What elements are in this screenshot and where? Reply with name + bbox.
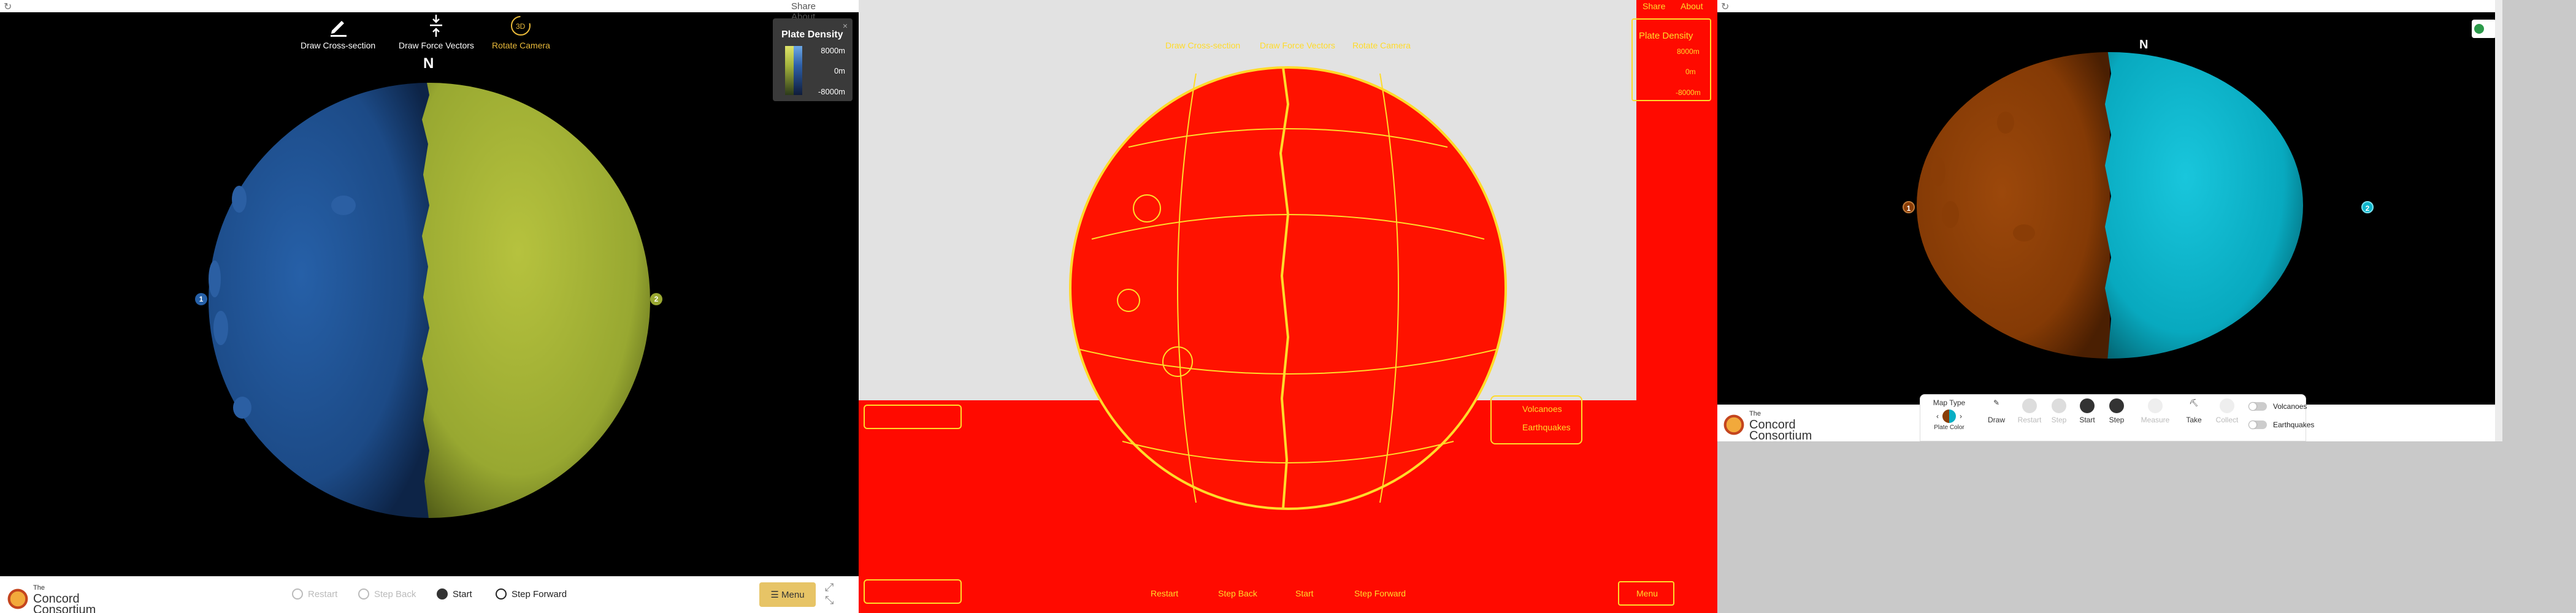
map-type-value: Plate Color — [1934, 424, 1965, 431]
restart-button[interactable]: Restart — [1151, 588, 1178, 598]
step-forward-button[interactable]: Step Forward — [496, 588, 567, 600]
chevron-left-icon[interactable]: ‹ — [1936, 412, 1939, 421]
collect-icon — [2220, 398, 2234, 413]
chevron-right-icon[interactable]: › — [1960, 412, 1962, 421]
earthquakes-toggle[interactable]: Earthquakes — [1522, 422, 1571, 432]
measure-icon — [2148, 398, 2163, 413]
pencil-icon: ✎ — [1989, 398, 2004, 413]
menu-button[interactable]: ☰ Menu — [759, 582, 816, 607]
step-forward-icon — [496, 588, 507, 600]
map-type-selector[interactable]: Map Type ‹ › Plate Color — [1928, 398, 1971, 431]
planet-globe[interactable] — [196, 70, 662, 524]
scrollbar[interactable] — [2495, 0, 2502, 441]
take-button[interactable]: ⛏ Take — [2182, 398, 2206, 424]
volcanoes-toggle[interactable]: Volcanoes — [1522, 404, 1562, 414]
map-globe-icon — [1942, 409, 1956, 423]
svg-text:3D: 3D — [516, 22, 526, 31]
about-link[interactable]: About — [1681, 1, 1703, 11]
refresh-icon[interactable]: ↻ — [4, 1, 12, 13]
volcanoes-toggle[interactable]: Volcanoes — [2248, 402, 2307, 411]
restart-icon — [292, 588, 303, 600]
step-back-icon — [358, 588, 369, 600]
logo-outline — [864, 405, 962, 429]
marker-1[interactable]: 1 — [1903, 201, 1915, 213]
rotate-camera-button[interactable]: 3D Rotate Camera — [492, 13, 550, 50]
menu-button[interactable]: Menu — [1618, 581, 1674, 606]
draw-cross-section-button[interactable]: Draw Cross-section — [1165, 40, 1240, 50]
draw-button[interactable]: ✎ Draw — [1984, 398, 2009, 424]
bottom-logo-outline — [864, 579, 962, 604]
close-icon[interactable]: × — [843, 21, 848, 31]
restart-icon — [2022, 398, 2037, 413]
tool-label: Rotate Camera — [492, 40, 550, 50]
draw-force-vectors-button[interactable]: Draw Force Vectors — [1260, 40, 1335, 50]
tool-label: Draw Cross-section — [301, 40, 376, 50]
pencil-icon — [331, 21, 347, 37]
draw-force-vectors-button[interactable]: Draw Force Vectors — [399, 13, 474, 50]
draw-cross-section-button[interactable]: Draw Cross-section — [301, 13, 375, 50]
measure-button[interactable]: Measure — [2139, 398, 2172, 424]
concord-logo: The Concord Consortium — [6, 582, 96, 613]
marker-2[interactable]: 2 — [2361, 201, 2374, 213]
start-button[interactable]: Start — [2075, 398, 2099, 424]
step-back-button[interactable]: Step Back — [1218, 588, 1257, 598]
play-icon — [2080, 398, 2095, 413]
step-forward-button[interactable]: Step Forward — [1354, 588, 1406, 598]
top-bar: ↻ Share About — [0, 0, 859, 22]
step-back-icon — [2052, 398, 2066, 413]
sun-icon — [6, 587, 29, 611]
restart-button[interactable]: Restart — [2016, 398, 2043, 424]
concord-logo: The Concord Consortium — [1722, 408, 1812, 441]
bottom-bar: The Concord Consortium Restart Step Back S… — [0, 576, 859, 613]
refresh-icon[interactable]: ↻ — [1721, 1, 1729, 13]
logo-area: The Concord Consortium — [1717, 405, 1920, 441]
plate-density-legend: × Plate Density 8000m 0m -8000m — [773, 18, 853, 101]
legend-title: Plate Density — [781, 29, 843, 40]
force-vector-icon — [430, 15, 443, 37]
right-bottom-area — [2306, 405, 2495, 441]
north-indicator: N — [423, 55, 434, 72]
toggle-switch[interactable] — [2248, 402, 2267, 411]
rotate-3d-icon: 3D — [511, 16, 531, 36]
step-back-button[interactable]: Step — [2047, 398, 2071, 424]
corner-widget[interactable] — [2472, 20, 2496, 38]
marker-1[interactable]: 1 — [195, 293, 207, 305]
step-forward-button[interactable]: Step — [2104, 398, 2129, 424]
edge-globe — [1069, 66, 1507, 510]
status-icon — [2474, 24, 2484, 34]
share-link[interactable]: Share — [791, 1, 816, 12]
control-dock: Map Type ‹ › Plate Color ✎ Draw Restart S… — [1920, 394, 2314, 441]
start-button[interactable]: Start — [1295, 588, 1314, 598]
restart-button[interactable]: Restart — [292, 588, 337, 600]
planet-globe[interactable] — [1914, 49, 2306, 368]
simulation-panel-1: ↻ Share About Draw Cross-section Draw Fo… — [0, 0, 859, 613]
legend-mid: 0m — [834, 66, 845, 75]
fullscreen-icon[interactable]: ⤢ ⤡ — [825, 581, 834, 607]
simulation-panel-2-edge-view: Share About Draw Cross-section Draw Forc… — [859, 0, 1717, 613]
plate-density-legend-outline: Plate Density 8000m 0m -8000m — [1631, 18, 1711, 101]
earthquakes-toggle[interactable]: Earthquakes — [2248, 421, 2314, 429]
rotate-camera-button[interactable]: Rotate Camera — [1352, 40, 1411, 50]
share-link[interactable]: Share — [1643, 1, 1665, 11]
sun-icon — [1722, 413, 1746, 436]
simulation-panel-3: ↻ N 1 2 TheConcordConsortium Map Type — [1717, 0, 2502, 441]
marker-2[interactable]: 2 — [650, 293, 662, 305]
step-back-button[interactable]: Step Back — [358, 588, 416, 600]
step-forward-icon — [2109, 398, 2124, 413]
density-gradient-bar — [785, 46, 802, 95]
start-button[interactable]: Start — [437, 588, 472, 600]
top-bar: ↻ — [1717, 0, 2502, 12]
collect-button[interactable]: Collect — [2212, 398, 2242, 424]
legend-min: -8000m — [818, 87, 845, 96]
toggle-switch[interactable] — [2248, 421, 2267, 429]
tool-label: Draw Force Vectors — [399, 40, 474, 50]
legend-max: 8000m — [821, 46, 845, 55]
play-icon — [437, 588, 448, 600]
toggle-box-outline: Volcanoes Earthquakes — [1490, 395, 1582, 444]
map-type-title: Map Type — [1933, 398, 1966, 407]
pick-icon: ⛏ — [2187, 398, 2201, 413]
